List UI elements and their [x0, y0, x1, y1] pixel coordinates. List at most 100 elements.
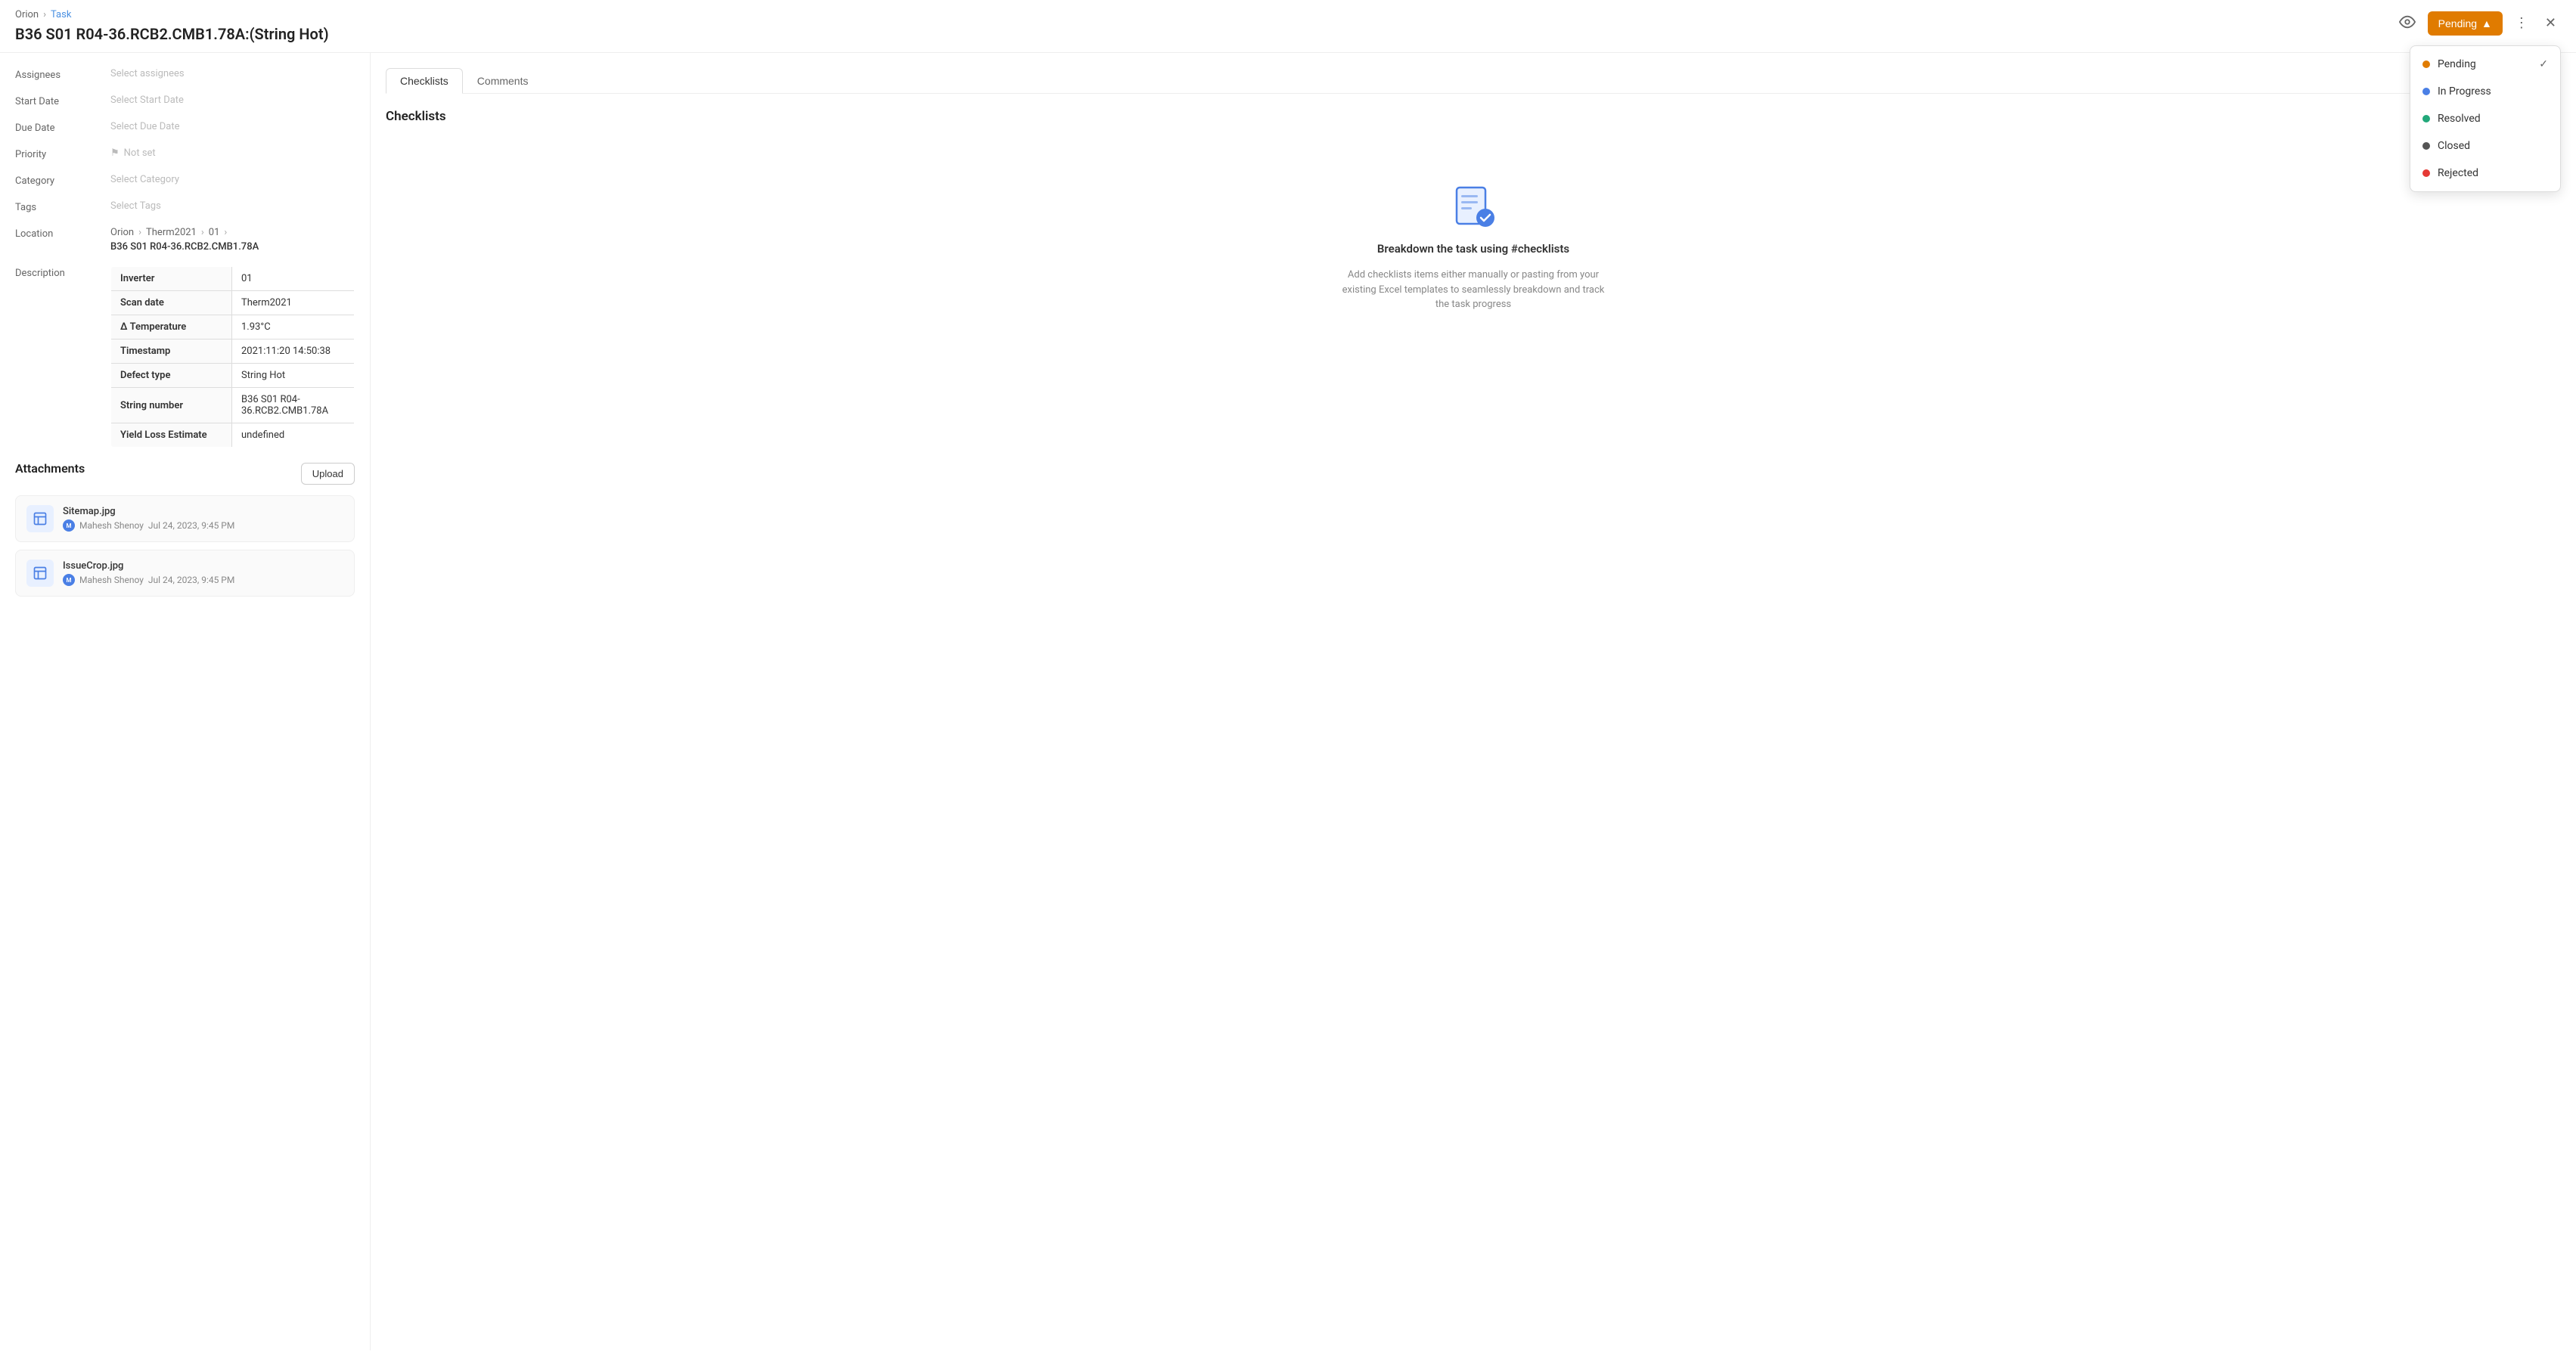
status-dot	[2422, 169, 2430, 177]
status-dot	[2422, 88, 2430, 95]
tags-label: Tags	[15, 200, 98, 213]
desc-value: undefined	[232, 423, 355, 448]
location-orion: Orion	[110, 227, 134, 238]
status-dot	[2422, 142, 2430, 150]
desc-key: Inverter	[111, 267, 232, 291]
status-button[interactable]: Pending ▲	[2428, 11, 2503, 36]
checklists-section-title: Checklists	[386, 109, 2561, 124]
upload-button[interactable]: Upload	[301, 463, 355, 485]
tags-row: Tags Select Tags	[15, 200, 355, 213]
category-label: Category	[15, 174, 98, 187]
status-option-label: Pending	[2438, 58, 2476, 70]
location-value: Orion › Therm2021 › 01 › B36 S01 R04-36.…	[110, 227, 259, 253]
header-actions: Pending ▲ ⋮ ✕	[2394, 9, 2561, 37]
desc-table-row: Δ Temperature1.93°C	[111, 315, 355, 340]
location-row: Location Orion › Therm2021 › 01 › B36 S0…	[15, 227, 355, 253]
due-date-value[interactable]: Select Due Date	[110, 121, 180, 132]
attachment-info: Sitemap.jpg M Mahesh Shenoy Jul 24, 2023…	[63, 506, 234, 532]
category-row: Category Select Category	[15, 174, 355, 187]
desc-table-row: Scan dateTherm2021	[111, 291, 355, 315]
page-container: Orion › Task B36 S01 R04-36.RCB2.CMB1.78…	[0, 0, 2576, 1358]
desc-key: Scan date	[111, 291, 232, 315]
start-date-value[interactable]: Select Start Date	[110, 95, 184, 106]
upload-date: Jul 24, 2023, 9:45 PM	[148, 520, 234, 531]
path-sep-2: ›	[201, 227, 204, 238]
description-table: Inverter01Scan dateTherm2021Δ Temperatur…	[110, 266, 355, 448]
upload-date: Jul 24, 2023, 9:45 PM	[148, 575, 234, 585]
attachment-icon	[26, 560, 54, 587]
location-label: Location	[15, 227, 98, 240]
page-title: B36 S01 R04-36.RCB2.CMB1.78A:(String Hot…	[15, 25, 2561, 43]
attachments-header: Attachments Upload	[15, 461, 355, 486]
dropdown-item-left: Resolved	[2422, 113, 2481, 125]
assignees-row: Assignees Select assignees	[15, 68, 355, 81]
priority-text: Not set	[124, 147, 156, 159]
status-option-in-progress[interactable]: In Progress	[2410, 78, 2560, 105]
checklist-empty-icon	[1451, 184, 1496, 230]
desc-table-row: Defect typeString Hot	[111, 364, 355, 388]
status-option-label: Closed	[2438, 140, 2470, 152]
uploader-avatar: M	[63, 519, 75, 532]
attachment-meta: M Mahesh Shenoy Jul 24, 2023, 9:45 PM	[63, 574, 234, 586]
status-option-label: Rejected	[2438, 167, 2478, 179]
empty-state-title: Breakdown the task using #checklists	[1377, 242, 1569, 256]
status-option-label: Resolved	[2438, 113, 2481, 125]
selected-check-icon: ✓	[2539, 58, 2548, 70]
status-option-label: In Progress	[2438, 85, 2491, 98]
desc-value: B36 S01 R04-36.RCB2.CMB1.78A	[232, 388, 355, 423]
breadcrumb-separator: ›	[43, 9, 46, 20]
desc-value: 1.93°C	[232, 315, 355, 340]
desc-value: Therm2021	[232, 291, 355, 315]
breadcrumb-current: Task	[51, 9, 71, 20]
location-name: B36 S01 R04-36.RCB2.CMB1.78A	[110, 241, 259, 253]
status-option-resolved[interactable]: Resolved	[2410, 105, 2560, 132]
eye-icon	[2399, 14, 2416, 30]
watch-button[interactable]	[2394, 9, 2420, 37]
attachments-list: Sitemap.jpg M Mahesh Shenoy Jul 24, 2023…	[15, 495, 355, 597]
attachment-name: Sitemap.jpg	[63, 506, 234, 517]
status-option-closed[interactable]: Closed	[2410, 132, 2560, 160]
location-path: Orion › Therm2021 › 01 ›	[110, 227, 259, 238]
path-sep-1: ›	[138, 227, 141, 238]
dropdown-item-left: Rejected	[2422, 167, 2478, 179]
path-sep-3: ›	[224, 227, 227, 238]
attachment-meta: M Mahesh Shenoy Jul 24, 2023, 9:45 PM	[63, 519, 234, 532]
status-option-rejected[interactable]: Rejected	[2410, 160, 2560, 187]
more-options-button[interactable]: ⋮	[2510, 11, 2533, 36]
desc-table-row: Inverter01	[111, 267, 355, 291]
attachment-info: IssueCrop.jpg M Mahesh Shenoy Jul 24, 20…	[63, 560, 234, 586]
checklists-empty-state: Breakdown the task using #checklists Add…	[386, 184, 2561, 312]
attachment-item[interactable]: IssueCrop.jpg M Mahesh Shenoy Jul 24, 20…	[15, 550, 355, 597]
description-table-container: Inverter01Scan dateTherm2021Δ Temperatur…	[110, 266, 355, 448]
attachments-title: Attachments	[15, 461, 85, 476]
priority-value[interactable]: ⚑ Not set	[110, 147, 156, 159]
dropdown-item-left: In Progress	[2422, 85, 2491, 98]
attachment-name: IssueCrop.jpg	[63, 560, 234, 572]
chevron-up-icon: ▲	[2481, 17, 2492, 29]
left-panel: Assignees Select assignees Start Date Se…	[0, 53, 371, 1350]
tags-value[interactable]: Select Tags	[110, 200, 161, 212]
attachment-item[interactable]: Sitemap.jpg M Mahesh Shenoy Jul 24, 2023…	[15, 495, 355, 542]
desc-value: 01	[232, 267, 355, 291]
status-option-pending[interactable]: Pending ✓	[2410, 51, 2560, 78]
priority-row: Priority ⚑ Not set	[15, 147, 355, 160]
desc-key: String number	[111, 388, 232, 423]
desc-table-row: String numberB36 S01 R04-36.RCB2.CMB1.78…	[111, 388, 355, 423]
header: Orion › Task B36 S01 R04-36.RCB2.CMB1.78…	[0, 0, 2576, 53]
close-button[interactable]: ✕	[2540, 11, 2561, 36]
priority-label: Priority	[15, 147, 98, 160]
uploader-avatar: M	[63, 574, 75, 586]
assignees-value[interactable]: Select assignees	[110, 68, 185, 79]
tab-comments[interactable]: Comments	[463, 68, 543, 93]
desc-value: 2021:11:20 14:50:38	[232, 340, 355, 364]
description-label: Description	[15, 266, 98, 279]
main-layout: Assignees Select assignees Start Date Se…	[0, 53, 2576, 1350]
desc-key: Yield Loss Estimate	[111, 423, 232, 448]
category-value[interactable]: Select Category	[110, 174, 179, 185]
right-panel: Checklists Comments Checklists Breakdown…	[371, 53, 2576, 1350]
breadcrumb: Orion › Task	[15, 9, 2561, 20]
desc-key: Defect type	[111, 364, 232, 388]
tab-checklists[interactable]: Checklists	[386, 68, 463, 94]
desc-key: Δ Temperature	[111, 315, 232, 340]
priority-flag-icon: ⚑	[110, 147, 119, 159]
